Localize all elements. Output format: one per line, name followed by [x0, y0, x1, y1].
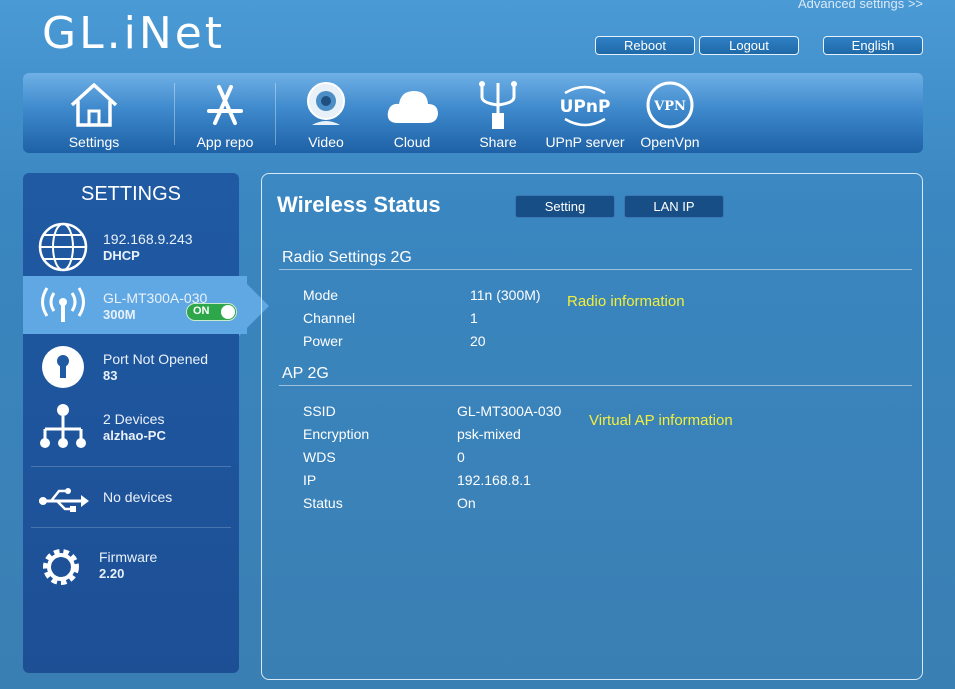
gear-icon	[43, 549, 79, 585]
sidebar-title: SETTINGS	[80, 183, 181, 205]
vpn-icon: VPN	[646, 81, 694, 129]
sidebar-item-line2: 300M	[103, 307, 136, 322]
nav-label: Settings	[68, 134, 120, 150]
nav-app-repo[interactable]: App repo	[187, 73, 263, 153]
radio-value: 11n (300M)	[470, 287, 541, 303]
toggle-label: ON	[193, 305, 210, 317]
nav-cloud[interactable]: Cloud	[375, 73, 449, 153]
logout-button[interactable]: Logout	[699, 36, 799, 55]
sidebar-item-port[interactable]: Port Not Opened 83	[23, 337, 239, 395]
ap-annotation: Virtual AP information	[589, 412, 733, 429]
nav-share[interactable]: Share	[460, 73, 536, 153]
reboot-button[interactable]: Reboot	[595, 36, 695, 55]
network-tree-icon	[40, 404, 86, 448]
radio-key: Channel	[303, 310, 356, 326]
nav-openvpn[interactable]: VPN OpenVpn	[633, 73, 707, 153]
cloud-icon	[387, 91, 438, 123]
section-divider	[279, 269, 912, 270]
sidebar-item-line1: No devices	[103, 489, 173, 505]
sidebar-item-wireless[interactable]: GL-MT300A-030 300M ON	[23, 276, 247, 334]
sidebar-item-firmware[interactable]: Firmware 2.20	[23, 535, 239, 593]
home-icon	[70, 83, 118, 127]
sidebar-item-line2: alzhao-PC	[103, 428, 166, 443]
nav-label: Cloud	[393, 134, 431, 150]
nav-settings[interactable]: Settings	[55, 73, 133, 153]
ap-title: AP 2G	[282, 365, 329, 382]
sidebar-item-line1: Port Not Opened	[103, 351, 209, 367]
nav-upnp-server[interactable]: UPnP UPnP server	[539, 73, 631, 153]
radio-annotation: Radio information	[567, 293, 685, 310]
nav-label: App repo	[196, 134, 254, 150]
wifi-icon	[41, 287, 85, 322]
vpn-icon-text: VPN	[653, 99, 686, 114]
nav-label: Share	[479, 134, 517, 150]
sidebar-item-line2: DHCP	[103, 248, 140, 263]
webcam-icon	[307, 82, 345, 125]
nav-divider	[275, 83, 276, 145]
ap-value: GL-MT300A-030	[457, 403, 562, 419]
sidebar-item-clients[interactable]: 2 Devices alzhao-PC	[23, 397, 239, 455]
settings-sidebar: SETTINGS 192.168.9.243 DHCP GL-MT300A-03…	[23, 173, 247, 673]
wireless-status-panel: Wireless Status Setting LAN IP Radio Set…	[261, 173, 923, 680]
nav-label: UPnP server	[545, 134, 625, 150]
sidebar-item-line1: Firmware	[99, 549, 158, 565]
upnp-icon: UPnP	[560, 85, 611, 127]
usb-share-icon	[479, 81, 517, 129]
nav-label: Video	[308, 134, 344, 150]
upnp-icon-text: UPnP	[560, 97, 611, 117]
ap-value: On	[457, 495, 476, 511]
sidebar-item-line1: 192.168.9.243	[103, 231, 193, 247]
ap-value: 192.168.8.1	[457, 472, 531, 488]
ap-value: psk-mixed	[457, 426, 521, 442]
sidebar-item-line2: 83	[103, 368, 118, 383]
ap-key: WDS	[303, 449, 336, 465]
nav-divider	[174, 83, 175, 145]
lan-ip-button[interactable]: LAN IP	[624, 195, 724, 218]
sidebar-item-internet[interactable]: 192.168.9.243 DHCP	[23, 217, 239, 275]
top-nav-bar: Settings App repo Video Cloud Share UPnP…	[23, 73, 923, 153]
app-store-icon	[207, 85, 243, 125]
advanced-settings-link[interactable]: Advanced settings >>	[798, 0, 923, 11]
ap-key: Status	[303, 495, 343, 511]
toggle-knob	[221, 305, 235, 319]
sidebar-item-line2: 2.20	[99, 566, 125, 581]
setting-button[interactable]: Setting	[515, 195, 615, 218]
ap-key: SSID	[303, 403, 336, 419]
language-select[interactable]: English	[823, 36, 923, 55]
nav-video[interactable]: Video	[289, 73, 363, 153]
sidebar-item-usb[interactable]: No devices	[23, 467, 239, 525]
ap-key: Encryption	[303, 426, 370, 442]
sidebar-divider	[31, 527, 231, 528]
keyhole-icon	[42, 346, 84, 388]
nav-label: OpenVpn	[640, 134, 700, 150]
sidebar-item-line1: 2 Devices	[103, 411, 165, 427]
page-title: Wireless Status	[277, 192, 441, 217]
wifi-toggle[interactable]: ON	[186, 303, 237, 321]
section-divider	[279, 385, 912, 386]
ap-value: 0	[457, 449, 465, 465]
globe-icon	[38, 222, 88, 272]
ap-key: IP	[303, 472, 317, 488]
radio-value: 20	[470, 333, 486, 349]
usb-icon	[39, 488, 89, 512]
gl-inet-logo: GL.iNet	[42, 8, 226, 59]
radio-settings-title: Radio Settings 2G	[282, 249, 412, 266]
radio-value: 1	[470, 310, 478, 326]
radio-key: Mode	[303, 287, 339, 303]
radio-key: Power	[303, 333, 343, 349]
